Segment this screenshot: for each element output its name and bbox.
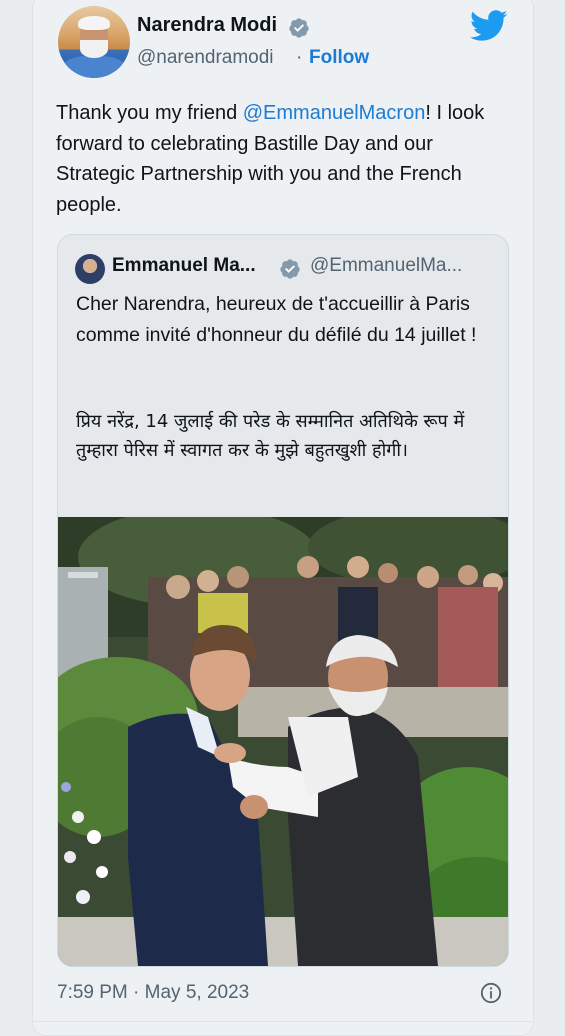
quoted-text-hindi: प्रिय नरेंद्र, 14 जुलाई की परेड के सम्मा…: [76, 411, 465, 461]
author-name[interactable]: Narendra Modi: [137, 14, 277, 37]
twitter-bird-icon[interactable]: [470, 10, 508, 42]
verified-badge-icon: [280, 259, 300, 279]
author-avatar[interactable]: [58, 6, 130, 78]
quoted-text-french: Cher Narendra, heureux de t'accueillir à…: [76, 293, 477, 346]
quoted-author-name: Emmanuel Ma...: [112, 255, 256, 276]
author-handle[interactable]: @narendramodi: [137, 47, 274, 69]
verified-badge-icon: [289, 18, 309, 38]
separator-dot: ·: [296, 47, 303, 68]
quoted-author-avatar[interactable]: [75, 254, 105, 284]
tweet-text: Thank you my friend @EmmanuelMacron! I l…: [56, 102, 485, 216]
quoted-author-handle: @EmmanuelMa...: [310, 255, 463, 276]
tweet-timestamp[interactable]: 7:59 PM · May 5, 2023: [57, 982, 249, 1004]
quoted-photo[interactable]: [58, 517, 508, 966]
card-divider: [32, 1021, 532, 1022]
follow-button[interactable]: Follow: [309, 47, 369, 69]
quoted-tweet[interactable]: Emmanuel Ma... @EmmanuelMa... Cher Naren…: [57, 234, 509, 967]
mention-link[interactable]: @EmmanuelMacron: [243, 102, 426, 124]
info-icon[interactable]: [480, 982, 502, 1004]
